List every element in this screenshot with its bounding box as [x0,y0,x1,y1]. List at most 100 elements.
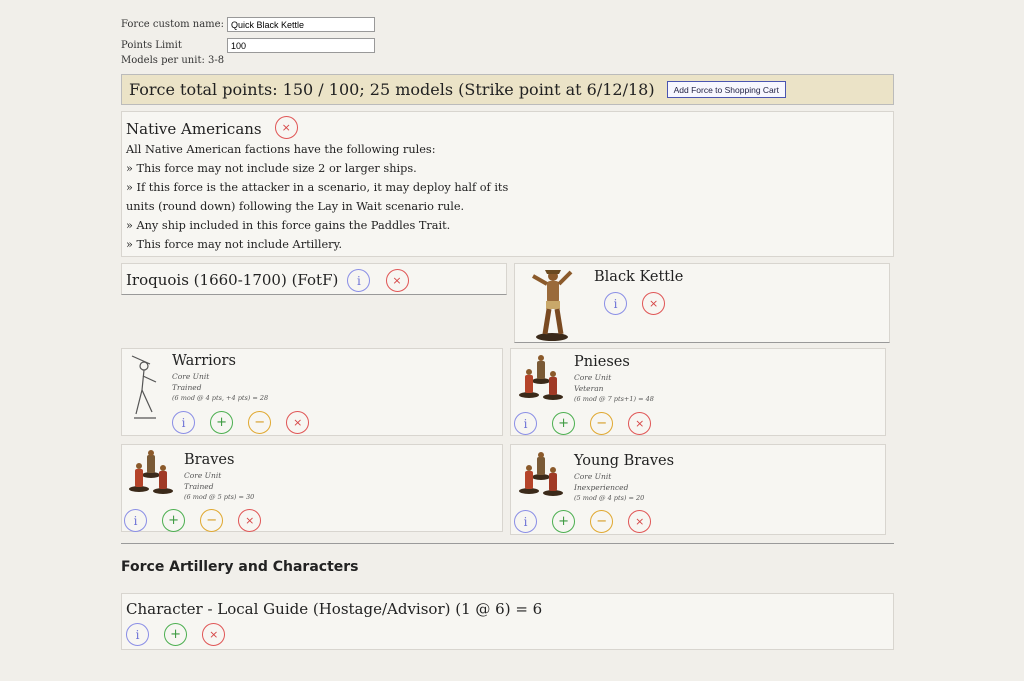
character-info-button[interactable]: i [126,623,149,646]
points-limit-input[interactable] [227,38,375,53]
unit-card-warriors: Warriors Core Unit Trained (6 mod @ 4 pt… [121,348,503,436]
young-braves-figure-image [519,452,563,496]
add-model-button[interactable]: + [552,510,576,533]
faction-panel: Native Americans × All Native American f… [121,111,894,257]
faction-header: Native Americans × [126,116,889,140]
remove-character-button[interactable]: × [202,623,226,646]
faction-rule: All Native American factions have the fo… [126,143,436,156]
force-total-bar: Force total points: 150 / 100; 25 models… [121,74,894,105]
minus-icon: − [596,514,608,529]
unit-experience: Veteran [574,384,604,393]
info-icon: i [523,514,528,529]
subfaction-title: Iroquois (1660-1700) (FotF) [126,271,339,289]
close-icon: × [245,514,255,527]
character-text: Character - Local Guide (Hostage/Advisor… [126,600,543,618]
unit-type: Core Unit [574,373,612,382]
minus-icon: − [596,416,608,431]
remove-unit-button[interactable]: × [628,412,652,435]
unit-cost: (5 mod @ 4 pts) = 20 [574,494,645,502]
points-limit-label: Points Limit [121,40,182,51]
add-character-button[interactable]: + [164,623,188,646]
remove-unit-button[interactable]: × [238,509,262,532]
close-icon: × [209,628,219,641]
remove-model-button[interactable]: − [248,411,272,434]
force-name-row: Force custom name: [121,17,375,32]
braves-buttons: i + − × [124,509,271,532]
unit-cost: (6 mod @ 4 pts, +4 pts) = 28 [172,394,269,402]
unit-info-button[interactable]: i [172,411,195,434]
add-model-button[interactable]: + [162,509,186,532]
remove-unit-button[interactable]: × [628,510,652,533]
close-icon: × [293,416,303,429]
unit-name: Braves [184,452,235,468]
faction-rule: » If this force is the attacker in a sce… [126,181,509,194]
faction-title: Native Americans [126,120,262,138]
remove-subfaction-button[interactable]: × [385,269,409,292]
unit-experience: Inexperienced [574,483,629,492]
models-per-unit: Models per unit: 3-8 [121,55,225,66]
commander-info-button[interactable]: i [604,292,627,315]
remove-model-button[interactable]: − [200,509,224,532]
commander-name: Black Kettle [594,269,684,285]
points-limit-row: Points Limit [121,38,375,53]
faction-rule: » Any ship included in this force gains … [126,219,451,232]
remove-model-button[interactable]: − [590,510,614,533]
info-icon: i [181,415,186,430]
character-buttons: i + × [126,623,889,646]
pnieses-text: Pnieses Core Unit Veteran (6 mod @ 7 pts… [574,354,654,405]
faction-rule: units (round down) following the Lay in … [126,200,465,213]
unit-card-young-braves: Young Braves Core Unit Inexperienced (5 … [510,444,886,535]
unit-cost: (6 mod @ 5 pts) = 30 [184,493,255,501]
remove-unit-button[interactable]: × [286,411,310,434]
info-icon: i [357,273,361,288]
unit-info-button[interactable]: i [124,509,147,532]
artillery-section-title: Force Artillery and Characters [121,559,359,575]
close-icon: × [635,417,645,430]
subfaction-info-button[interactable]: i [347,269,371,292]
plus-icon: + [558,514,570,529]
faction-rules: All Native American factions have the fo… [126,140,889,254]
plus-icon: + [168,513,180,528]
minus-icon: − [254,415,266,430]
force-total-text: Force total points: 150 / 100; 25 models… [129,80,655,99]
add-model-button[interactable]: + [552,412,576,435]
close-icon: × [635,515,645,528]
young-braves-buttons: i + − × [514,510,661,533]
remove-faction-button[interactable]: × [274,116,298,139]
unit-card-braves: Braves Core Unit Trained (6 mod @ 5 pts)… [121,444,503,532]
remove-commander-button[interactable]: × [642,292,666,315]
plus-icon: + [170,627,182,642]
unit-info-button[interactable]: i [514,412,537,435]
close-icon: × [648,297,659,310]
unit-cost: (6 mod @ 7 pts+1) = 48 [574,395,654,403]
force-name-input[interactable] [227,17,375,32]
add-to-cart-button[interactable]: Add Force to Shopping Cart [666,81,786,98]
young-braves-text: Young Braves Core Unit Inexperienced (5 … [574,453,674,504]
minus-icon: − [206,513,218,528]
remove-model-button[interactable]: − [590,412,614,435]
add-model-button[interactable]: + [210,411,234,434]
unit-type: Core Unit [574,472,612,481]
unit-type: Core Unit [184,471,222,480]
unit-card-pnieses: Pnieses Core Unit Veteran (6 mod @ 7 pts… [510,348,886,436]
braves-text: Braves Core Unit Trained (6 mod @ 5 pts)… [184,452,254,503]
unit-experience: Trained [184,482,214,491]
character-panel: Character - Local Guide (Hostage/Advisor… [121,593,894,650]
faction-rule: » This force may not include Artillery. [126,238,343,251]
warriors-text: Warriors Core Unit Trained (6 mod @ 4 pt… [172,353,268,404]
pnieses-figure-image [519,355,563,400]
unit-info-button[interactable]: i [514,510,537,533]
commander-panel: Black Kettle i × [514,263,890,343]
info-icon: i [133,513,138,528]
warriors-buttons: i + − × [172,411,319,434]
close-icon: × [281,121,291,134]
braves-figure-image [129,450,173,494]
faction-rule: » This force may not include size 2 or l… [126,162,417,175]
unit-name: Young Braves [574,453,675,469]
plus-icon: + [558,416,570,431]
info-icon: i [135,627,140,642]
subfaction-panel: Iroquois (1660-1700) (FotF) i × [121,263,507,295]
warriors-sketch-image [131,355,157,419]
info-icon: i [613,296,618,311]
pnieses-buttons: i + − × [514,412,661,435]
